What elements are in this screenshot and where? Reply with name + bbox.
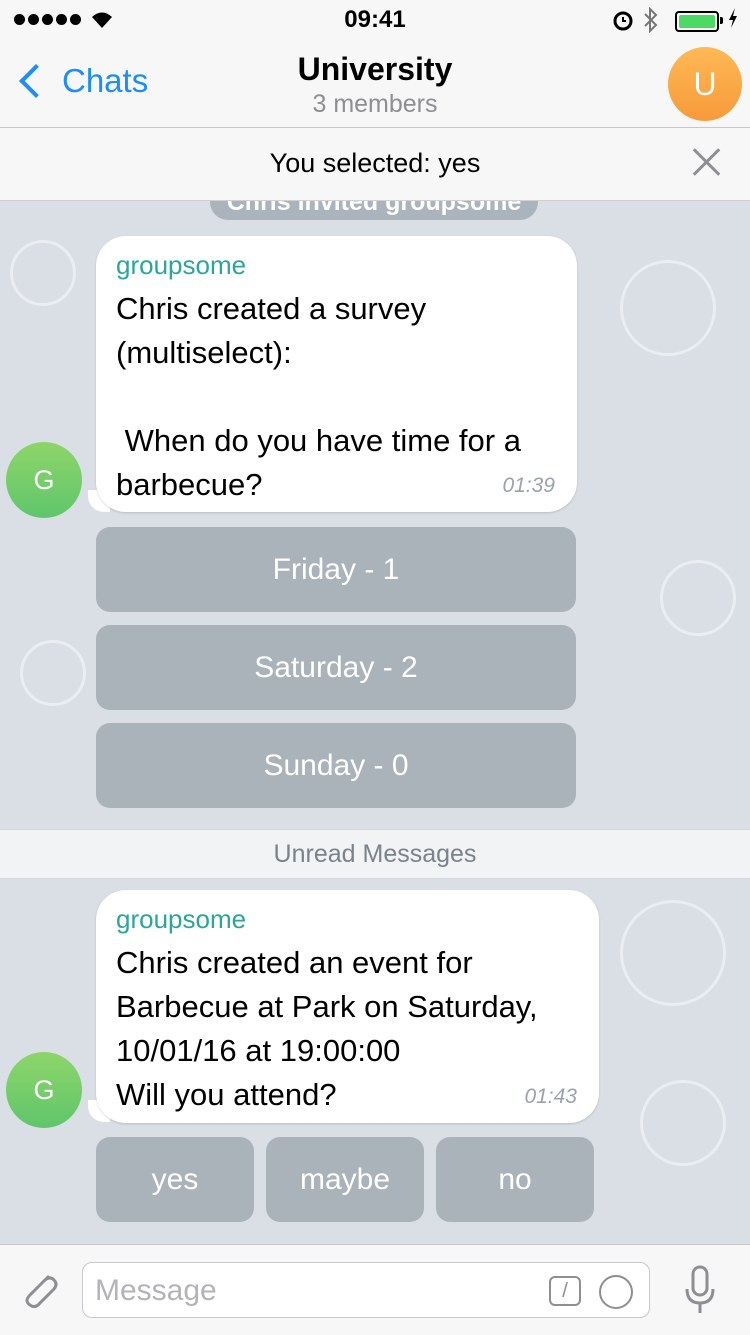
bot-command-icon[interactable]: /	[549, 1276, 581, 1306]
background-doodle	[620, 900, 726, 1006]
sender-avatar[interactable]: G	[6, 442, 82, 518]
message-sender[interactable]: groupsome	[116, 904, 579, 935]
selection-text: You selected: yes	[269, 148, 481, 178]
battery-tip	[720, 17, 723, 24]
rsvp-maybe-button[interactable]: maybe	[266, 1137, 424, 1222]
attach-icon[interactable]	[18, 1267, 62, 1311]
survey-option-button[interactable]: Saturday - 2	[96, 625, 576, 710]
background-doodle	[660, 560, 736, 636]
background-doodle	[640, 1080, 726, 1166]
message-time: 01:39	[502, 474, 555, 497]
chat-title[interactable]: University	[0, 51, 750, 88]
message-time: 01:43	[524, 1085, 577, 1108]
sender-avatar[interactable]: G	[6, 1052, 82, 1128]
message-sender[interactable]: groupsome	[116, 250, 557, 281]
alarm-icon	[612, 9, 634, 37]
selection-banner: You selected: yes	[0, 128, 750, 201]
message-input-field[interactable]: /	[82, 1262, 650, 1319]
survey-option-button[interactable]: Friday - 1	[96, 527, 576, 612]
chat-subtitle: 3 members	[312, 90, 438, 118]
message-bubble: groupsome Chris created a survey (multis…	[96, 236, 577, 512]
rsvp-yes-button[interactable]: yes	[96, 1137, 254, 1222]
chat-avatar[interactable]: U	[668, 47, 742, 121]
background-doodle	[20, 640, 86, 706]
status-time: 09:41	[344, 6, 406, 33]
charging-icon	[727, 6, 739, 36]
bluetooth-icon	[643, 6, 659, 40]
survey-option-button[interactable]: Sunday - 0	[96, 723, 576, 808]
unread-separator: Unread Messages	[0, 829, 750, 879]
microphone-icon[interactable]	[684, 1265, 716, 1317]
nav-bar: Chats University 3 members U	[0, 40, 750, 128]
message-input-bar: /	[0, 1244, 750, 1335]
message-input[interactable]	[93, 1263, 537, 1319]
background-doodle	[10, 240, 76, 306]
message-text: Chris created an event for Barbecue at P…	[116, 945, 538, 1112]
message-text: Chris created a survey (multiselect): Wh…	[116, 291, 521, 502]
status-bar: 09:41	[0, 0, 750, 40]
battery-icon	[675, 11, 719, 32]
background-doodle	[620, 260, 716, 356]
rsvp-no-button[interactable]: no	[436, 1137, 594, 1222]
sticker-icon[interactable]	[599, 1275, 633, 1309]
message-bubble: groupsome Chris created an event for Bar…	[96, 890, 599, 1123]
close-icon[interactable]	[690, 146, 722, 178]
